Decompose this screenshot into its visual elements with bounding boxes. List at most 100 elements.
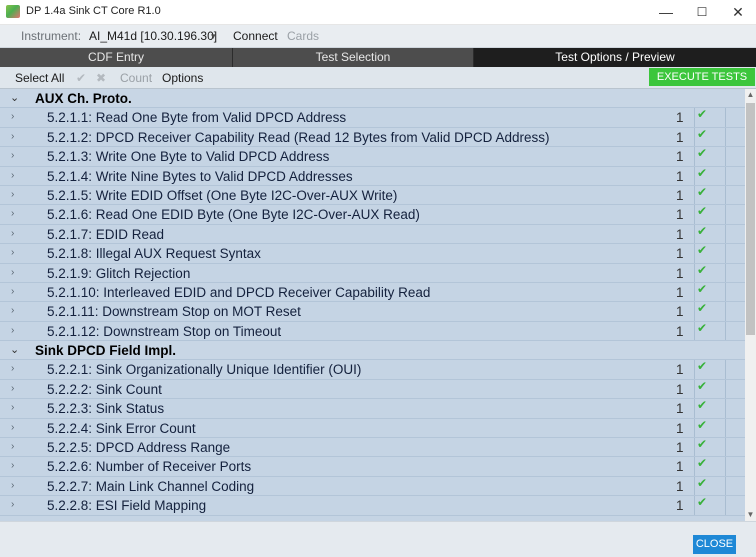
expand-chevron-icon[interactable]: › [11, 499, 14, 510]
expand-chevron-icon[interactable]: › [11, 480, 14, 491]
test-count[interactable]: 1 [676, 479, 684, 494]
test-row[interactable]: › 5.2.1.2: DPCD Receiver Capability Read … [0, 127, 745, 148]
options-button[interactable]: Options [162, 71, 203, 85]
minimize-button[interactable]: — [648, 0, 684, 24]
test-count[interactable]: 1 [676, 207, 684, 222]
test-row[interactable]: › 5.2.1.5: Write EDID Offset (One Byte I2… [0, 185, 745, 206]
test-count[interactable]: 1 [676, 382, 684, 397]
select-all-button[interactable]: Select All [15, 71, 64, 85]
test-row[interactable]: › 5.2.2.5: DPCD Address Range 1 ✔ [0, 437, 745, 458]
expand-chevron-icon[interactable]: › [11, 267, 14, 278]
check-icon[interactable]: ✔ [697, 224, 707, 238]
expand-chevron-icon[interactable]: › [11, 305, 14, 316]
test-count[interactable]: 1 [676, 498, 684, 513]
scroll-up-icon[interactable]: ▲ [745, 89, 756, 101]
connect-button[interactable]: Connect [233, 29, 278, 43]
expand-chevron-icon[interactable]: › [11, 208, 14, 219]
test-row[interactable]: › 5.2.2.7: Main Link Channel Coding 1 ✔ [0, 476, 745, 497]
test-count[interactable]: 1 [676, 188, 684, 203]
tab-test-selection[interactable]: Test Selection [233, 48, 474, 67]
cards-button[interactable]: Cards [287, 29, 319, 43]
test-count[interactable]: 1 [676, 324, 684, 339]
check-icon[interactable]: ✔ [697, 476, 707, 490]
test-count[interactable]: 1 [676, 169, 684, 184]
expand-chevron-icon[interactable]: › [11, 228, 14, 239]
test-count[interactable]: 1 [676, 227, 684, 242]
maximize-button[interactable]: ☐ [684, 0, 720, 24]
test-row[interactable]: › 5.2.2.3: Sink Status 1 ✔ [0, 398, 745, 419]
expand-chevron-icon[interactable]: › [11, 170, 14, 181]
test-row[interactable]: › 5.2.1.9: Glitch Rejection 1 ✔ [0, 263, 745, 283]
check-icon[interactable]: ✔ [697, 379, 707, 393]
expand-chevron-icon[interactable]: › [11, 363, 14, 374]
expand-chevron-icon[interactable]: › [11, 383, 14, 394]
test-count[interactable]: 1 [676, 110, 684, 125]
check-icon[interactable]: ✔ [697, 437, 707, 451]
expand-chevron-icon[interactable]: › [11, 111, 14, 122]
chevron-down-icon[interactable]: ▾ [211, 31, 216, 42]
group-row[interactable]: ⌄ Sink DPCD Field Impl. [0, 341, 745, 361]
expand-chevron-icon[interactable]: › [11, 286, 14, 297]
check-icon[interactable]: ✔ [697, 263, 707, 277]
check-icon[interactable]: ✔ [697, 185, 707, 199]
scroll-thumb[interactable] [746, 103, 755, 335]
vertical-scrollbar[interactable]: ▲ ▼ [745, 89, 756, 521]
check-icon[interactable]: ✔ [697, 321, 707, 335]
test-count[interactable]: 1 [676, 440, 684, 455]
instrument-select[interactable]: AI_M41d [10.30.196.30] [89, 29, 217, 43]
test-count[interactable]: 1 [676, 401, 684, 416]
expand-chevron-icon[interactable]: › [11, 131, 14, 142]
test-row[interactable]: › 5.2.2.4: Sink Error Count 1 ✔ [0, 418, 745, 439]
test-count[interactable]: 1 [676, 266, 684, 281]
check-icon[interactable]: ✔ [697, 204, 707, 218]
test-row[interactable]: › 5.2.1.8: Illegal AUX Request Syntax 1 ✔ [0, 243, 745, 264]
test-count[interactable]: 1 [676, 304, 684, 319]
test-row[interactable]: › 5.2.2.8: ESI Field Mapping 1 ✔ [0, 495, 745, 516]
close-button[interactable]: CLOSE [693, 535, 736, 554]
expand-chevron-icon[interactable]: › [11, 441, 14, 452]
check-icon[interactable]: ✔ [697, 456, 707, 470]
expand-chevron-icon[interactable]: › [11, 247, 14, 258]
test-row[interactable]: › 5.2.1.3: Write One Byte to Valid DPCD A… [0, 146, 745, 167]
check-icon[interactable]: ✔ [697, 282, 707, 296]
group-row[interactable]: ⌄ AUX Ch. Proto. [0, 89, 745, 109]
check-icon[interactable]: ✔ [697, 398, 707, 412]
test-row[interactable]: › 5.2.1.1: Read One Byte from Valid DPCD … [0, 107, 745, 128]
test-row[interactable]: › 5.2.1.4: Write Nine Bytes to Valid DPCD… [0, 166, 745, 186]
x-icon[interactable]: ✖ [96, 71, 106, 85]
check-icon[interactable]: ✔ [697, 127, 707, 141]
check-icon[interactable]: ✔ [697, 495, 707, 509]
execute-tests-button[interactable]: EXECUTE TESTS [649, 68, 755, 86]
test-count[interactable]: 1 [676, 130, 684, 145]
test-count[interactable]: 1 [676, 246, 684, 261]
check-icon[interactable]: ✔ [697, 418, 707, 432]
test-row[interactable]: › 5.2.1.10: Interleaved EDID and DPCD Rec… [0, 282, 745, 303]
check-icon[interactable]: ✔ [697, 301, 707, 315]
expand-chevron-icon[interactable]: › [11, 402, 14, 413]
test-row[interactable]: › 5.2.2.1: Sink Organizationally Unique I… [0, 359, 745, 380]
expand-chevron-icon[interactable]: › [11, 189, 14, 200]
check-icon[interactable]: ✔ [76, 71, 86, 85]
scroll-down-icon[interactable]: ▼ [745, 509, 756, 521]
test-count[interactable]: 1 [676, 362, 684, 377]
test-row[interactable]: › 5.2.1.11: Downstream Stop on MOT Reset 1… [0, 301, 745, 322]
test-count[interactable]: 1 [676, 421, 684, 436]
collapse-chevron-icon[interactable]: ⌄ [10, 91, 19, 104]
test-row[interactable]: › 5.2.2.2: Sink Count 1 ✔ [0, 379, 745, 400]
check-icon[interactable]: ✔ [697, 243, 707, 257]
expand-chevron-icon[interactable]: › [11, 325, 14, 336]
test-row[interactable]: › 5.2.2.6: Number of Receiver Ports 1 ✔ [0, 456, 745, 477]
check-icon[interactable]: ✔ [697, 359, 707, 373]
tab-test-options-preview[interactable]: Test Options / Preview [474, 48, 756, 67]
expand-chevron-icon[interactable]: › [11, 460, 14, 471]
test-count[interactable]: 1 [676, 149, 684, 164]
tab-cdf-entry[interactable]: CDF Entry [0, 48, 233, 67]
check-icon[interactable]: ✔ [697, 107, 707, 121]
count-button[interactable]: Count [120, 71, 152, 85]
test-row[interactable]: › 5.2.1.6: Read One EDID Byte (One Byte I… [0, 204, 745, 225]
expand-chevron-icon[interactable]: › [11, 150, 14, 161]
collapse-chevron-icon[interactable]: ⌄ [10, 343, 19, 356]
test-row[interactable]: › 5.2.1.12: Downstream Stop on Timeout 1 ✔ [0, 321, 745, 342]
test-row[interactable]: › 5.2.1.7: EDID Read 1 ✔ [0, 224, 745, 245]
close-window-button[interactable]: ✕ [720, 0, 756, 24]
